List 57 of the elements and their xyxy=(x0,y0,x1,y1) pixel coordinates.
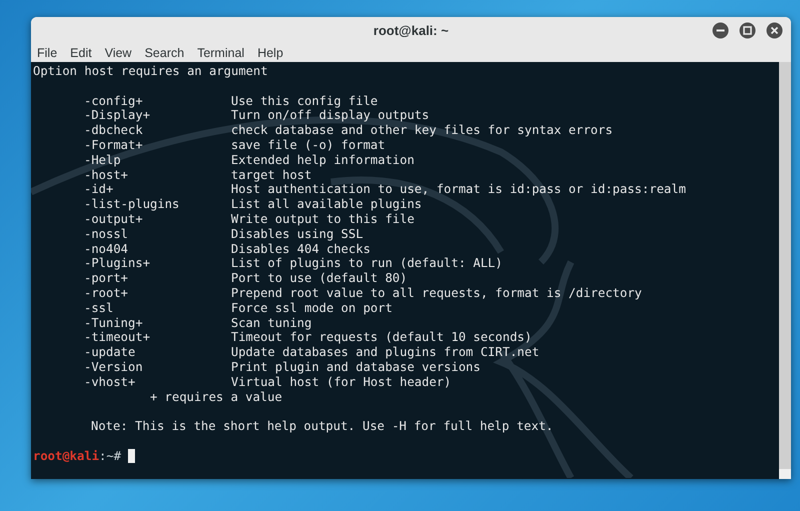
option-description: Disables 404 checks xyxy=(231,242,370,256)
window-title: root@kali: ~ xyxy=(373,22,449,40)
option-name: -Tuning+ xyxy=(84,316,143,330)
option-name: -Plugins+ xyxy=(84,256,150,270)
option-name: -ssl xyxy=(84,300,114,315)
menu-item[interactable]: Help xyxy=(257,44,284,62)
option-name: -id+ xyxy=(84,182,114,196)
menu-item[interactable]: Search xyxy=(144,44,184,62)
option-description: Print plugin and database versions xyxy=(231,360,480,375)
option-name: -no404 xyxy=(84,242,128,256)
option-description: Extended help information xyxy=(231,152,414,168)
option-name: -root+ xyxy=(84,286,128,300)
option-name: -Version xyxy=(84,360,143,374)
option-name: -Display+ xyxy=(84,108,150,122)
option-name: -timeout+ xyxy=(84,330,150,344)
option-name: -dbcheck xyxy=(84,123,143,138)
prompt-user-host: root@kali xyxy=(33,448,100,464)
option-description: target host xyxy=(231,168,312,182)
scrollbar[interactable] xyxy=(779,62,791,479)
option-name: -Format+ xyxy=(84,138,143,152)
text-cursor xyxy=(128,449,136,464)
menu-item[interactable]: View xyxy=(104,44,132,62)
option-description: Port to use (default 80) xyxy=(231,271,408,286)
option-description: Write output to this file xyxy=(231,212,414,227)
option-name: -update xyxy=(84,345,136,360)
maximize-icon[interactable] xyxy=(739,22,756,39)
menu-item[interactable]: File xyxy=(37,44,58,62)
error-message: Option host requires an argument xyxy=(33,64,268,78)
option-description: List all available plugins xyxy=(231,197,422,212)
option-description: Disables using SSL xyxy=(231,226,364,242)
option-description: check database and other key files for syntax errors xyxy=(231,123,613,138)
menu-item[interactable]: Edit xyxy=(70,44,92,62)
minimize-icon[interactable] xyxy=(712,22,729,39)
option-name: -Help xyxy=(84,152,121,167)
option-name: -host+ xyxy=(84,168,128,182)
option-name: -list-plugins xyxy=(84,197,180,212)
legend-text: + requires a value xyxy=(150,390,282,404)
option-description: List of plugins to run (default: ALL) xyxy=(231,256,502,272)
option-description: Timeout for requests (default 10 seconds) xyxy=(231,330,532,346)
prompt-path: :~# xyxy=(99,448,122,464)
option-description: Force ssl mode on port xyxy=(231,300,392,316)
option-description: Turn on/off display outputs xyxy=(231,108,430,124)
menu-item[interactable]: Terminal xyxy=(197,44,244,62)
option-description: Virtual host (for Host header) xyxy=(231,374,452,390)
option-name: -nossl xyxy=(84,226,128,241)
option-description: Host authentication to use, format is id:pass or id:pass:realm xyxy=(231,182,686,198)
option-description: save file (-o) format xyxy=(231,138,386,153)
option-name: -output+ xyxy=(84,212,143,226)
option-description: Prepend root value to all requests, format is /directory xyxy=(231,286,642,301)
option-description: Scan tuning xyxy=(231,316,312,330)
option-description: Update databases and plugins from CIRT.net xyxy=(231,345,540,360)
option-name: -vhost+ xyxy=(84,374,136,389)
option-name: -config+ xyxy=(84,94,143,108)
note-text: Note: This is the short help output. Use -H for full help text. xyxy=(91,419,554,434)
option-description: Use this config file xyxy=(231,94,378,108)
close-icon[interactable] xyxy=(766,22,783,39)
option-name: -port+ xyxy=(84,271,128,286)
